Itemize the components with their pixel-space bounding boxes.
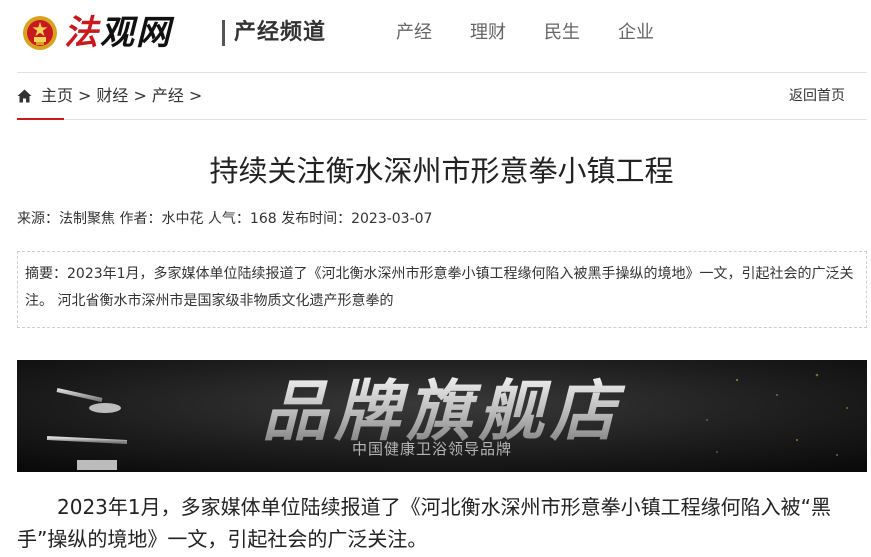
channel-divider xyxy=(222,20,225,46)
breadcrumb-chanjing[interactable]: 产经 xyxy=(152,84,184,108)
meta-author: 水中花 xyxy=(161,211,204,227)
banner-headline: 品牌旗舰店 xyxy=(262,372,626,450)
meta-date: 2023-03-07 xyxy=(351,211,433,227)
breadcrumb-accent-bar xyxy=(17,118,64,120)
breadcrumb-home[interactable]: 主页 xyxy=(41,84,73,108)
meta-views-label: 人气： xyxy=(203,211,250,227)
ad-banner-graphic: 品牌旗舰店 中国健康卫浴领导品牌 xyxy=(17,360,867,472)
site-header: 法观网 产经频道 产经 理财 民生 企业 xyxy=(0,0,871,72)
logo-text-black: 观网 xyxy=(100,13,172,53)
home-icon xyxy=(17,89,32,103)
site-logo[interactable]: 法观网 xyxy=(22,13,172,53)
logo-text-red: 法 xyxy=(64,13,100,53)
nav-item-licai[interactable]: 理财 xyxy=(470,20,506,46)
banner-subline: 中国健康卫浴领导品牌 xyxy=(352,441,512,458)
nav-item-qiye[interactable]: 企业 xyxy=(618,20,654,46)
breadcrumb: 主页 > 财经 > 产经 > xyxy=(17,84,207,108)
meta-source: 法制聚焦 xyxy=(59,211,115,227)
meta-source-label: 来源： xyxy=(17,211,59,227)
logo-text: 法观网 xyxy=(64,13,172,53)
header-divider xyxy=(17,72,867,73)
breadcrumb-separator: > xyxy=(188,86,203,105)
national-emblem-icon xyxy=(23,16,57,50)
main-nav: 产经 理财 民生 企业 xyxy=(396,20,692,46)
breadcrumb-caijing[interactable]: 财经 xyxy=(96,84,128,108)
breadcrumb-separator: > xyxy=(78,86,92,105)
channel-title: 产经频道 xyxy=(234,20,327,45)
nav-item-chanjing[interactable]: 产经 xyxy=(396,20,432,46)
meta-date-label: 发布时间： xyxy=(276,211,352,227)
meta-views: 168 xyxy=(249,211,277,227)
breadcrumb-divider xyxy=(17,119,867,120)
breadcrumb-separator: > xyxy=(133,86,147,105)
back-home-link[interactable]: 返回首页 xyxy=(789,86,845,106)
article-meta: 来源：法制聚焦 作者：水中花 人气：168 发布时间：2023-03-07 xyxy=(17,209,432,229)
article-summary: 摘要：2023年1月，多家媒体单位陆续报道了《河北衡水深州市形意拳小镇工程缘何陷… xyxy=(17,251,867,328)
ad-banner[interactable]: 品牌旗舰店 中国健康卫浴领导品牌 xyxy=(17,360,867,472)
article-title: 持续关注衡水深州市形意拳小镇工程 xyxy=(209,154,674,188)
meta-author-label: 作者： xyxy=(115,211,162,227)
nav-item-minsheng[interactable]: 民生 xyxy=(544,20,580,46)
article-paragraph: 2023年1月，多家媒体单位陆续报道了《河北衡水深州市形意拳小镇工程缘何陷入被“… xyxy=(17,495,831,551)
